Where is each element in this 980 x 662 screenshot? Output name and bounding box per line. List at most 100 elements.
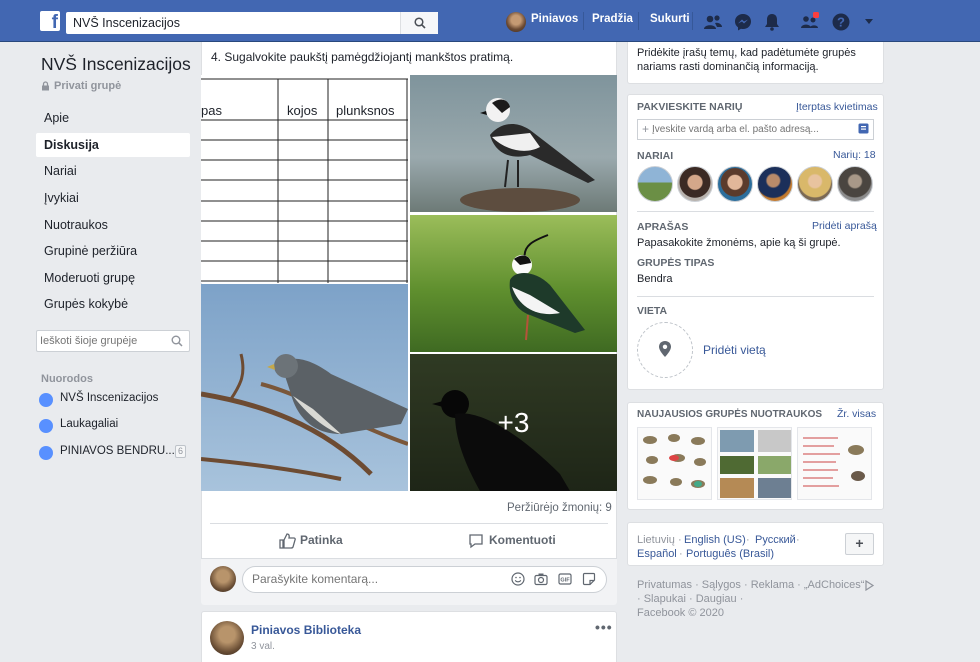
table-header: plunksnos	[336, 103, 395, 118]
member-avatar[interactable]	[797, 166, 833, 202]
unread-count-badge: 6	[175, 445, 186, 458]
comment-icon	[469, 534, 483, 549]
adchoices-icon[interactable]	[864, 580, 875, 591]
add-description-link[interactable]: Pridėti aprašą	[812, 220, 877, 232]
camera-icon[interactable]	[534, 572, 548, 586]
wagtail-illustration	[460, 98, 595, 212]
location-heading: VIETA	[637, 305, 668, 317]
member-avatar[interactable]	[717, 166, 753, 202]
divider	[210, 523, 608, 524]
language-link[interactable]: Русский	[755, 534, 796, 546]
group-title[interactable]: NVŠ Inscenizacijos	[41, 54, 191, 75]
member-avatar[interactable]	[677, 166, 713, 202]
search-icon[interactable]	[171, 335, 183, 347]
shortcuts-heading: Nuorodos	[41, 373, 93, 385]
member-avatar[interactable]	[637, 166, 673, 202]
members-count-link[interactable]: Narių: 18	[833, 149, 876, 161]
search-button[interactable]	[400, 12, 438, 34]
lapwing-illustration	[509, 234, 585, 341]
lapwing-photo[interactable]	[410, 215, 617, 352]
lock-icon	[42, 81, 49, 91]
plus-icon: +	[642, 122, 650, 136]
friend-requests-icon[interactable]	[703, 12, 723, 32]
views-count[interactable]: Peržiūrėjo žmonių: 9	[507, 502, 612, 514]
topics-text: Pridėkite įrašų temų, kad padėtumėte gru…	[637, 47, 856, 59]
notifications-bell-icon[interactable]	[762, 12, 782, 32]
nav-item-about[interactable]: Apie	[36, 106, 190, 130]
invite-heading: PAKVIESKITE NARIŲ	[637, 101, 743, 113]
shortcut-label: PINIAVOS BENDRU...	[60, 445, 175, 457]
wagtail-photo[interactable]	[410, 75, 617, 212]
post-text: 4. Sugalvokite paukštį pamėgdžiojantį ma…	[211, 50, 514, 64]
members-heading: NARIAI	[637, 150, 674, 162]
group-icon	[39, 419, 53, 433]
post-options-button[interactable]: •••	[595, 619, 613, 635]
language-link[interactable]: Español	[637, 548, 677, 560]
comment-button[interactable]: Komentuoti	[489, 533, 556, 547]
nav-item-watch-party[interactable]: Grupinė peržiūra	[36, 239, 190, 263]
shortcut-item[interactable]: Laukagaliai	[39, 416, 189, 436]
svg-text:?: ?	[837, 15, 845, 30]
home-link[interactable]: Pradžia	[592, 13, 633, 25]
nav-item-discussion[interactable]: Diskusija	[36, 133, 190, 157]
nav-item-moderate[interactable]: Moderuoti grupę	[36, 266, 190, 290]
more-photos-overlay[interactable]: +3	[410, 354, 617, 491]
divider	[637, 296, 874, 297]
nav-item-members[interactable]: Nariai	[36, 159, 190, 183]
description-text: Papasakokite žmonėms, apie ką ši grupė.	[637, 237, 841, 249]
separator: ·	[746, 534, 750, 546]
profile-link[interactable]: Piniavos	[531, 13, 578, 25]
language-link[interactable]: Português (Brasil)	[686, 548, 774, 560]
like-button[interactable]: Patinka	[300, 533, 343, 547]
photo-thumbnail[interactable]	[637, 427, 712, 500]
footer-links[interactable]: Privatumas · Sąlygos · Reklama · „AdChoi…	[637, 579, 864, 591]
divider	[637, 211, 874, 212]
gif-icon[interactable]: GIF	[558, 572, 572, 586]
facebook-logo-icon[interactable]: f	[40, 11, 60, 31]
post-timestamp[interactable]: 3 val.	[251, 641, 275, 652]
group-search-input[interactable]	[40, 331, 166, 351]
nav-item-group-quality[interactable]: Grupės kokybė	[36, 292, 190, 316]
help-icon[interactable]: ?	[831, 12, 851, 32]
shortcut-label: NVŠ Inscenizacijos	[60, 392, 159, 404]
member-avatar[interactable]	[757, 166, 793, 202]
bird-chart-thumbnail	[643, 434, 706, 488]
avatar[interactable]	[210, 566, 236, 592]
create-link[interactable]: Sukurti	[650, 13, 690, 25]
invite-input[interactable]	[652, 121, 852, 138]
search-input[interactable]	[66, 12, 400, 34]
sticker-icon[interactable]	[582, 572, 596, 586]
avatar[interactable]	[210, 621, 244, 655]
shortcut-item[interactable]: NVŠ Inscenizacijos	[39, 390, 189, 410]
group-type-value: Bendra	[637, 273, 673, 285]
footer-links[interactable]: · Slapukai · Daugiau ·	[637, 593, 743, 605]
member-avatar[interactable]	[837, 166, 873, 202]
group-requests-icon[interactable]	[800, 12, 820, 32]
post-author[interactable]: Piniavos Biblioteka	[251, 623, 361, 637]
svg-text:GIF: GIF	[560, 578, 570, 584]
nav-item-photos[interactable]: Nuotraukos	[36, 213, 190, 237]
add-location-link[interactable]: Pridėti vietą	[703, 343, 766, 357]
divider	[638, 12, 639, 30]
messenger-icon[interactable]	[733, 12, 753, 32]
address-book-icon[interactable]	[858, 123, 869, 134]
comment-input[interactable]	[252, 570, 492, 588]
photo-thumbnail[interactable]	[797, 427, 872, 500]
shortcut-item[interactable]: PINIAVOS BENDRU... 6	[39, 443, 189, 463]
topics-text: nariams rasti dominančią informaciją.	[637, 61, 819, 73]
bird-collage-thumbnail	[720, 430, 791, 498]
add-language-button[interactable]: +	[845, 533, 874, 555]
cuckoo-photo[interactable]	[201, 284, 408, 491]
language-link[interactable]: English (US)	[684, 534, 746, 546]
table-header: pas	[201, 103, 222, 118]
user-avatar[interactable]	[506, 12, 526, 32]
divider	[583, 12, 584, 30]
photo-thumbnail[interactable]	[717, 427, 792, 500]
account-menu-chevron-icon[interactable]	[862, 14, 876, 28]
handwritten-notes-thumbnail	[803, 437, 865, 487]
emoji-icon[interactable]	[511, 572, 525, 586]
embedded-invite-link[interactable]: Įterptas kvietimas	[796, 101, 878, 113]
nav-item-events[interactable]: Įvykiai	[36, 186, 190, 210]
group-privacy: Privati grupė	[54, 80, 122, 92]
see-all-photos-link[interactable]: Žr. visas	[837, 408, 876, 420]
